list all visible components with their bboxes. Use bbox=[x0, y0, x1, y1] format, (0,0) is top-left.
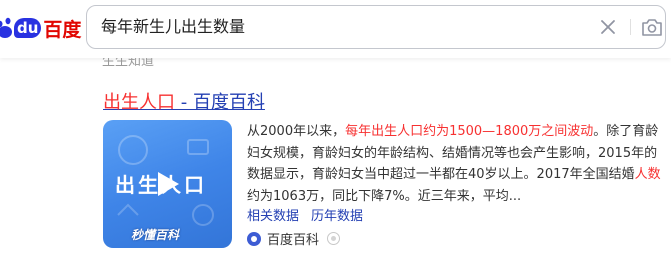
logo-du-text: du bbox=[14, 18, 42, 38]
close-icon[interactable] bbox=[597, 16, 619, 38]
result-title-rest[interactable]: - 百度百科 bbox=[175, 92, 265, 113]
video-thumbnail[interactable]: 出生人口 秒懂百科 bbox=[103, 120, 232, 248]
thumbnail-brand-text: 秒懂百科 bbox=[131, 228, 180, 242]
search-input[interactable]: 每年新生儿出生数量 bbox=[101, 6, 245, 48]
camera-icon[interactable] bbox=[640, 15, 664, 39]
result-title-highlight[interactable]: 出生人口 bbox=[103, 92, 175, 113]
abstract-highlight: 每年出生人口约为1500—1800万之间波动 bbox=[345, 124, 594, 139]
baidu-logo[interactable]: du 百度 bbox=[0, 12, 81, 44]
search-divider bbox=[630, 19, 631, 35]
play-icon[interactable] bbox=[155, 170, 181, 198]
related-data-link[interactable]: 相关数据 bbox=[247, 209, 299, 224]
baike-icon bbox=[247, 231, 261, 246]
abstract-highlight: 人数 bbox=[634, 167, 661, 182]
paw-icon bbox=[0, 15, 14, 41]
search-box[interactable]: 每年新生儿出生数量 bbox=[86, 5, 666, 49]
result-abstract: 从2000年以来，每年出生人口约为1500—1800万之间波动。除了育龄妇女规模… bbox=[247, 121, 667, 207]
result-sublinks: 相关数据 历年数据 bbox=[247, 205, 363, 224]
logo-brand-text: 百度 bbox=[43, 18, 82, 41]
verified-badge-icon bbox=[327, 232, 341, 245]
source-name[interactable]: 百度百科 bbox=[267, 229, 319, 248]
top-search-bar: du 百度 每年新生儿出生数量 bbox=[0, 0, 671, 58]
historical-data-link[interactable]: 历年数据 bbox=[311, 209, 363, 224]
result-title-link[interactable]: 出生人口 - 百度百科 bbox=[103, 88, 265, 114]
result-source[interactable]: 百度百科 bbox=[247, 229, 341, 248]
abstract-text: 从2000年以来， bbox=[247, 124, 346, 139]
abstract-text: 约为1063万，同比下降7%。近三年来，平均... bbox=[247, 188, 522, 204]
